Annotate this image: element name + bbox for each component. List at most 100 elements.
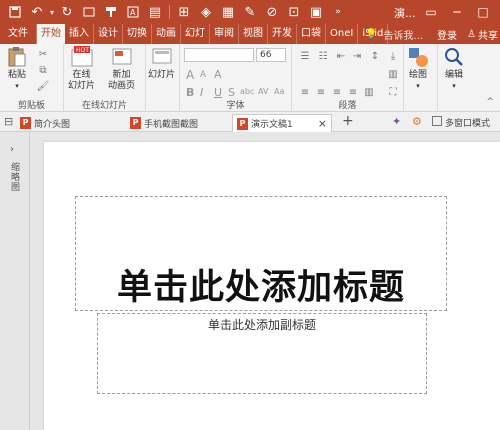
expand-panel-icon[interactable]: › bbox=[10, 144, 14, 155]
collapse-ribbon-icon[interactable]: ^ bbox=[486, 97, 494, 107]
slideshow-icon[interactable] bbox=[78, 1, 100, 23]
paint-bucket-icon[interactable]: ◈ bbox=[195, 1, 217, 23]
doc-tab-2[interactable]: P 手机截图截图 bbox=[130, 114, 198, 132]
redo-icon[interactable]: ↻ bbox=[56, 1, 78, 23]
bullets-icon[interactable]: ☰ bbox=[298, 50, 312, 62]
thumbnail-panel-label[interactable]: 缩略图 bbox=[9, 162, 21, 192]
group-icon[interactable]: ⊡ bbox=[283, 1, 305, 23]
increase-indent-icon[interactable]: ⇥ bbox=[350, 50, 364, 62]
font-group: 66 A A A B I U S abc AV Aa 字体 bbox=[180, 44, 292, 112]
tab-developer[interactable]: 开发 bbox=[268, 24, 297, 44]
text-direction-icon[interactable]: ⤓ bbox=[386, 50, 400, 62]
paste-label: 粘贴 bbox=[7, 70, 26, 80]
shape-fill-icon[interactable]: ⊘ bbox=[261, 1, 283, 23]
title-placeholder[interactable]: 单击此处添加标题 bbox=[75, 196, 447, 311]
new-animation-page-button[interactable]: 新加 动画页 bbox=[108, 46, 135, 92]
slide-icon bbox=[151, 46, 173, 68]
align-center-icon[interactable]: ≡ bbox=[314, 86, 328, 98]
more-icon[interactable]: » bbox=[327, 1, 349, 23]
powerpoint-icon: P bbox=[237, 117, 248, 130]
tab-insert[interactable]: 插入 bbox=[65, 24, 94, 44]
tab-slideshow[interactable]: 幻灯 bbox=[181, 24, 210, 44]
tab-review[interactable]: 审阅 bbox=[210, 24, 239, 44]
layout-icon[interactable]: ⊞ bbox=[173, 1, 195, 23]
font-name-input[interactable] bbox=[184, 48, 254, 62]
font-size-input[interactable]: 66 bbox=[256, 48, 286, 62]
align-right-icon[interactable]: ≡ bbox=[330, 86, 344, 98]
maximize-icon[interactable]: □ bbox=[470, 0, 496, 24]
new-tab-button[interactable]: + bbox=[342, 113, 354, 129]
numbering-icon[interactable]: ☷ bbox=[316, 50, 330, 62]
text-box-icon[interactable]: A bbox=[122, 1, 144, 23]
doc-tab-1[interactable]: P 简介头图 bbox=[20, 114, 70, 132]
tab-view[interactable]: 视图 bbox=[239, 24, 268, 44]
magnifier-icon bbox=[443, 46, 465, 68]
editing-button[interactable]: 编辑 ▾ bbox=[443, 46, 465, 92]
clear-format-button[interactable]: A bbox=[214, 68, 222, 81]
tab-onenote[interactable]: OneI bbox=[326, 24, 359, 44]
line-spacing-icon[interactable]: ↕ bbox=[368, 50, 382, 62]
align-text-icon[interactable]: ▥ bbox=[386, 68, 400, 80]
subtitle-placeholder[interactable]: 单击此处添加副标题 bbox=[97, 313, 427, 394]
share-label: 共享 bbox=[478, 30, 498, 42]
thumbnail-panel: › 缩略图 bbox=[0, 132, 30, 430]
share-button[interactable]: ♙ 共享 bbox=[467, 27, 498, 42]
new-label-2: 动画页 bbox=[108, 81, 136, 91]
settings-icon[interactable]: ⚙ bbox=[412, 115, 422, 128]
online-slides-group: HOT 在线 幻灯片 新加 动画页 在线幻灯片 bbox=[64, 44, 146, 112]
tab-pocket[interactable]: 口袋 bbox=[297, 24, 326, 44]
arrange-icon[interactable]: ▣ bbox=[305, 1, 327, 23]
tell-me-input[interactable]: 告诉我... bbox=[383, 27, 423, 42]
smartart-icon[interactable]: ⛶ bbox=[386, 86, 400, 98]
tab-design[interactable]: 设计 bbox=[94, 24, 123, 44]
change-case-button[interactable]: Aa bbox=[274, 87, 284, 96]
align-left-icon[interactable]: ≡ bbox=[298, 86, 312, 98]
login-button[interactable]: 登录 bbox=[437, 27, 457, 42]
undo-icon[interactable]: ↶ bbox=[26, 1, 48, 23]
shapes-palette-icon bbox=[407, 46, 429, 68]
slide[interactable]: 单击此处添加标题 单击此处添加副标题 bbox=[44, 142, 500, 430]
brush-icon[interactable]: ✎ bbox=[239, 1, 261, 23]
font-size-decrease-button[interactable]: A bbox=[200, 70, 206, 80]
char-spacing-button[interactable]: AV bbox=[258, 87, 268, 96]
powerpoint-icon: P bbox=[20, 117, 31, 129]
font-size-increase-button[interactable]: A bbox=[186, 68, 194, 82]
pin-icon[interactable]: ✦ bbox=[392, 115, 401, 128]
drawing-button[interactable]: 绘图 ▾ bbox=[407, 46, 429, 92]
tab-home[interactable]: 开始 bbox=[37, 24, 65, 44]
animation-page-icon bbox=[111, 46, 133, 68]
tab-transitions[interactable]: 切换 bbox=[123, 24, 152, 44]
shadow-button[interactable]: abc bbox=[240, 87, 254, 96]
justify-icon[interactable]: ≡ bbox=[346, 86, 360, 98]
columns-icon[interactable]: ▥ bbox=[362, 86, 376, 98]
editing-dropdown-icon: ▾ bbox=[452, 82, 456, 90]
cut-icon[interactable]: ✂ bbox=[36, 48, 50, 60]
multi-window-icon[interactable] bbox=[432, 116, 442, 126]
format-painter-icon[interactable] bbox=[100, 1, 122, 23]
minimize-icon[interactable]: ─ bbox=[444, 0, 470, 24]
copy-icon[interactable]: ⧉ bbox=[36, 64, 50, 76]
tab-file[interactable]: 文件 bbox=[0, 24, 37, 44]
format-painter-small-icon[interactable]: 🖌 bbox=[36, 80, 50, 92]
window-title: 演... bbox=[394, 7, 416, 20]
doc-tab-label: 演示文稿1 bbox=[251, 120, 293, 130]
close-tab-icon[interactable]: × bbox=[318, 117, 327, 130]
slide-canvas: 单击此处添加标题 单击此处添加副标题 bbox=[31, 132, 500, 430]
powerpoint-icon: P bbox=[130, 117, 141, 129]
paste-button[interactable]: 粘贴 ▾ bbox=[6, 46, 28, 92]
doc-tabs-menu-icon[interactable]: ⊟ bbox=[4, 115, 13, 128]
multi-window-mode-button[interactable]: 多窗口模式 bbox=[445, 116, 490, 129]
decrease-indent-icon[interactable]: ⇤ bbox=[334, 50, 348, 62]
align-icon[interactable]: ▦ bbox=[217, 1, 239, 23]
drawing-group: 绘图 ▾ bbox=[404, 44, 438, 112]
ribbon-display-icon[interactable]: ▭ bbox=[418, 0, 444, 24]
save-icon[interactable] bbox=[4, 1, 26, 23]
slide-button[interactable]: 幻灯片 bbox=[148, 46, 175, 81]
online-slide-button[interactable]: HOT 在线 幻灯片 bbox=[68, 46, 95, 92]
doc-tab-3[interactable]: P 演示文稿1 × bbox=[232, 114, 332, 132]
shapes-icon[interactable]: ▤ bbox=[144, 1, 166, 23]
title-placeholder-text: 单击此处添加标题 bbox=[116, 268, 405, 308]
tab-animations[interactable]: 动画 bbox=[152, 24, 181, 44]
undo-dropdown-icon[interactable]: ▾ bbox=[48, 1, 56, 23]
subtitle-placeholder-text: 单击此处添加副标题 bbox=[207, 318, 316, 332]
